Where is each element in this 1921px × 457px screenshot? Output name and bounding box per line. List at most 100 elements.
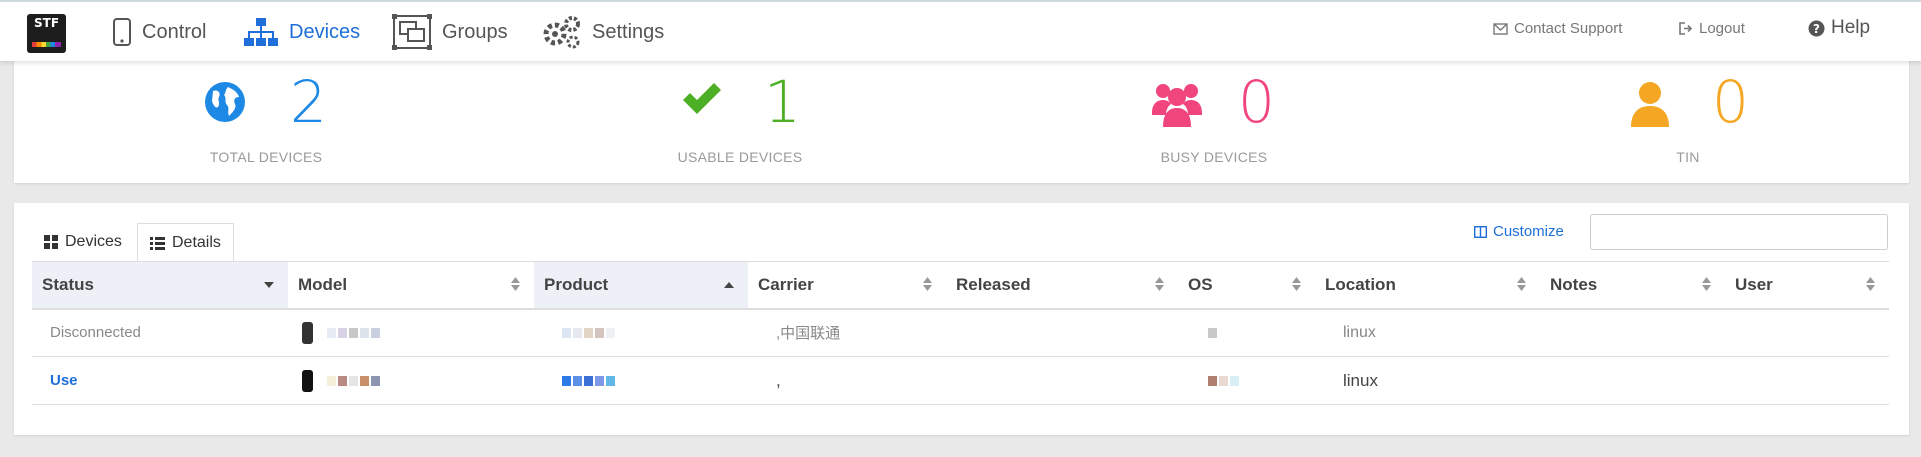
column-header-status[interactable]: Status: [32, 262, 288, 308]
svg-text:?: ?: [1813, 22, 1820, 36]
sort-icon: [923, 277, 932, 291]
envelope-icon: [1493, 22, 1508, 35]
tab-devices[interactable]: Devices: [32, 223, 134, 261]
customize-label: Customize: [1493, 223, 1564, 240]
cell-product: [562, 309, 615, 356]
logo-text: STF: [33, 16, 60, 30]
column-product-label: Product: [544, 275, 609, 294]
stat-usable-value: 1: [764, 68, 801, 136]
contact-support-link[interactable]: Contact Support: [1493, 20, 1622, 37]
stat-total-value: 2: [290, 68, 327, 136]
nav-devices-label: Devices: [289, 20, 361, 43]
column-header-user[interactable]: User: [1725, 262, 1889, 308]
column-location-label: Location: [1325, 275, 1396, 294]
device-phone-icon: [302, 369, 313, 392]
cell-location: linux: [1343, 370, 1378, 390]
cell-os: [1208, 309, 1217, 356]
column-header-carrier[interactable]: Carrier: [748, 262, 946, 308]
sort-icon: [1292, 277, 1301, 291]
cell-carrier: ,: [776, 370, 781, 390]
user-icon: [1631, 82, 1669, 127]
cell-model: [302, 357, 380, 404]
users-icon: [1152, 84, 1202, 127]
redacted-os: [1208, 375, 1239, 386]
top-navbar: STF Control Devices Groups Settings Cont…: [0, 0, 1921, 61]
help-link[interactable]: ? Help: [1808, 17, 1870, 39]
column-header-notes[interactable]: Notes: [1540, 262, 1725, 308]
stat-usable-devices: 1 USABLE DEVICES: [580, 59, 900, 183]
column-os-label: OS: [1188, 275, 1213, 294]
column-released-label: Released: [956, 275, 1031, 294]
column-header-os[interactable]: OS: [1178, 262, 1315, 308]
logo-stripes: [32, 42, 61, 47]
table-row[interactable]: Use , linux: [32, 357, 1889, 405]
logout-label: Logout: [1699, 20, 1745, 37]
column-carrier-label: Carrier: [758, 275, 814, 294]
stat-total-label: TOTAL DEVICES: [209, 149, 323, 165]
tab-details[interactable]: Details: [137, 223, 234, 263]
globe-icon: [205, 82, 245, 122]
nav-groups-label: Groups: [442, 20, 508, 43]
stf-logo[interactable]: STF: [27, 14, 66, 53]
logout-link[interactable]: Logout: [1679, 20, 1745, 37]
sign-out-icon: [1679, 22, 1693, 35]
list-icon: [150, 236, 165, 250]
contact-support-label: Contact Support: [1514, 20, 1623, 37]
stat-usable-label: USABLE DEVICES: [677, 149, 803, 165]
tab-details-label: Details: [172, 234, 221, 251]
nav-groups[interactable]: Groups: [392, 12, 508, 52]
sort-icon: [1702, 277, 1711, 291]
customize-columns-button[interactable]: Customize: [1474, 223, 1564, 240]
cell-status-use-link[interactable]: Use: [50, 357, 78, 404]
groups-icon: [392, 14, 432, 50]
sort-icon: [1517, 277, 1526, 291]
redacted-model: [327, 375, 380, 386]
stat-tin: 0 TIN: [1528, 59, 1848, 183]
caret-up-icon: [724, 282, 734, 288]
nav-settings[interactable]: Settings: [542, 12, 664, 52]
nav-control-label: Control: [142, 20, 207, 43]
grid-icon: [44, 235, 58, 249]
nav-control[interactable]: Control: [112, 12, 206, 52]
cell-model: [302, 309, 380, 356]
table-row[interactable]: Disconnected ,中国联通 linux: [32, 309, 1889, 357]
column-header-product[interactable]: Product: [534, 262, 748, 308]
stat-tin-value: 0: [1712, 68, 1749, 136]
column-status-label: Status: [42, 275, 94, 294]
stat-busy-devices: 0 BUSY DEVICES: [1054, 59, 1374, 183]
stat-tin-label: TIN: [1676, 149, 1700, 165]
redacted-os: [1208, 327, 1217, 338]
redacted-product: [562, 327, 615, 338]
sort-icon: [1155, 277, 1164, 291]
device-phone-icon: [302, 321, 313, 344]
stat-total-devices: 2 TOTAL DEVICES: [106, 59, 426, 183]
cell-product: [562, 357, 615, 404]
cell-carrier: ,中国联通: [776, 325, 841, 342]
sitemap-icon: [244, 18, 278, 46]
check-icon: [683, 83, 721, 114]
column-header-location[interactable]: Location: [1315, 262, 1540, 308]
nav-devices[interactable]: Devices: [243, 12, 360, 52]
gears-icon: [543, 16, 580, 49]
redacted-model: [327, 327, 380, 338]
redacted-product: [562, 375, 615, 386]
sort-icon: [511, 277, 520, 291]
columns-icon: [1474, 225, 1487, 238]
stat-busy-label: BUSY DEVICES: [1160, 149, 1268, 165]
nav-settings-label: Settings: [592, 20, 665, 43]
cell-os: [1208, 357, 1239, 404]
cell-location: linux: [1343, 323, 1376, 341]
device-search-input[interactable]: [1590, 214, 1888, 250]
phone-icon: [113, 18, 131, 46]
column-header-model[interactable]: Model: [288, 262, 534, 308]
column-model-label: Model: [298, 275, 348, 294]
tab-devices-label: Devices: [65, 233, 122, 250]
device-list-panel: Devices Details Customize Status Model P…: [14, 203, 1909, 435]
cell-status: Disconnected: [50, 324, 141, 341]
caret-down-icon: [264, 282, 274, 288]
column-notes-label: Notes: [1550, 275, 1598, 294]
stat-busy-value: 0: [1238, 68, 1275, 136]
column-header-released[interactable]: Released: [946, 262, 1178, 308]
sort-icon: [1866, 277, 1875, 291]
table-header: Status Model Product Carrier Released OS…: [32, 261, 1889, 310]
